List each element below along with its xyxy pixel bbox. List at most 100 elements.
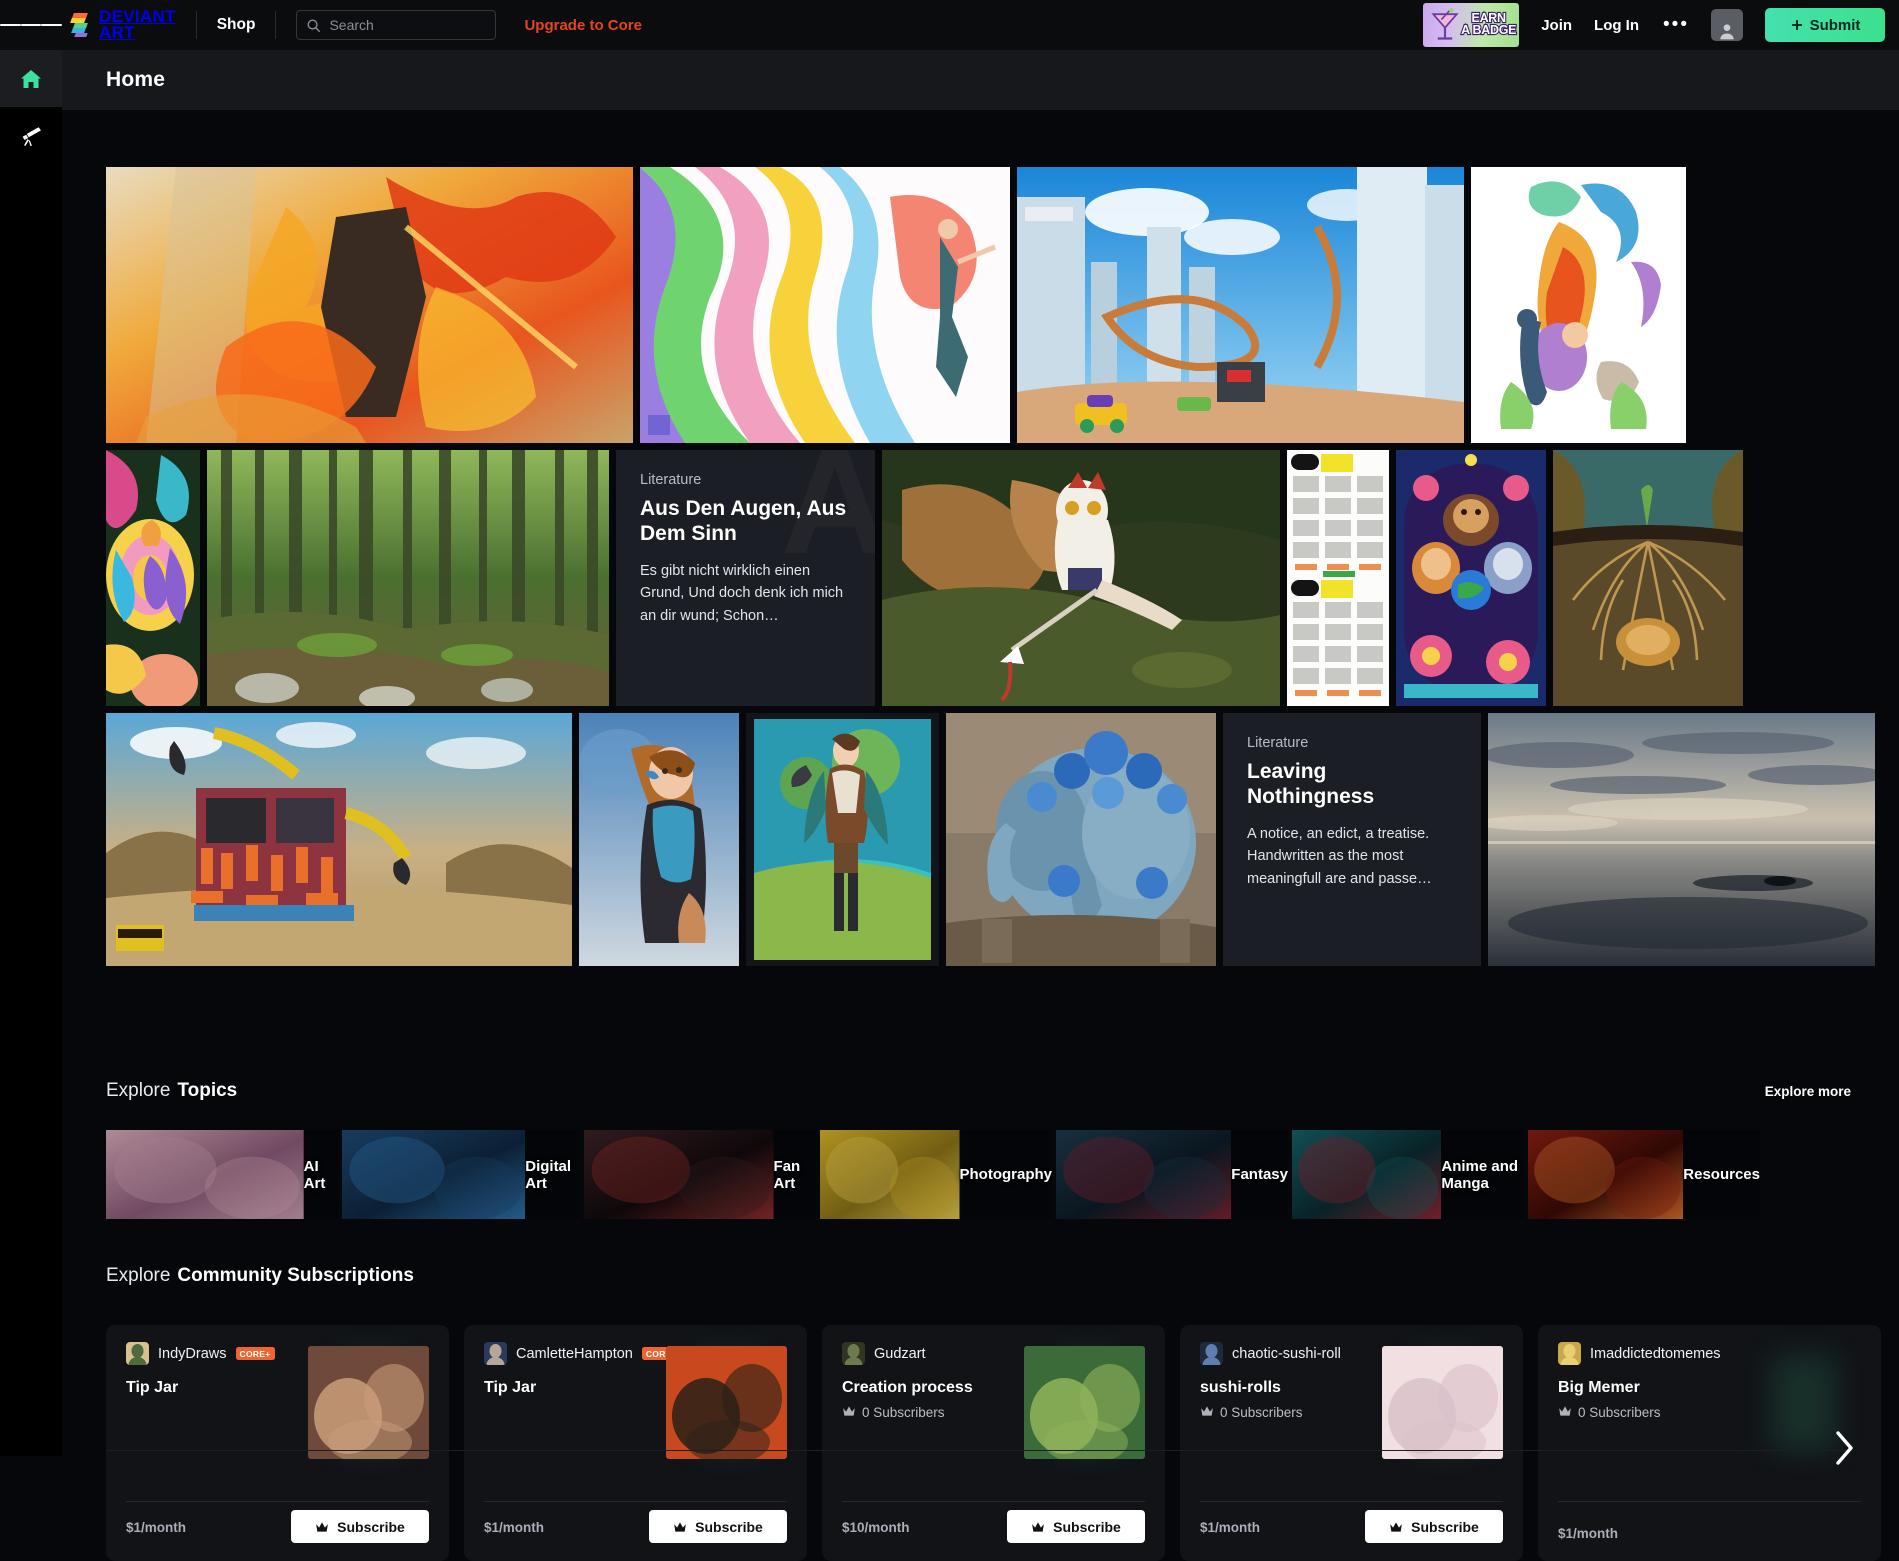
subscription-card-top: chaotic-sushi-rollsushi-rolls0 Subscribe…	[1180, 1325, 1523, 1495]
literature-card-aus-den-augen[interactable]: A Literature Aus Den Augen, Aus Dem Sinn…	[616, 450, 875, 706]
avatar	[126, 1342, 149, 1365]
hamburger-menu-icon[interactable]	[0, 0, 62, 50]
deviation-elf-archer[interactable]	[746, 713, 939, 966]
community-subscriptions-header: Explore Community Subscriptions	[106, 1265, 1851, 1287]
crown-icon	[1031, 1521, 1045, 1533]
subscribe-button[interactable]: Subscribe	[291, 1510, 429, 1543]
artwork-thumbnail	[579, 713, 739, 966]
deviation-blue-flower-elephants[interactable]	[946, 713, 1216, 966]
price-amount: $1	[1200, 1520, 1215, 1535]
avatar-image	[484, 1342, 507, 1365]
topic-card-anime-and-manga[interactable]: Anime and Manga	[1292, 1130, 1524, 1219]
deviation-fox-girl-watercolor[interactable]	[1471, 167, 1686, 443]
topic-label: AI Art	[304, 1158, 338, 1192]
subscribe-button[interactable]: Subscribe	[649, 1510, 787, 1543]
deviantart-logo[interactable]: DEVIANT ART	[70, 9, 176, 40]
search-placeholder: Search	[329, 17, 373, 33]
literature-card-leaving-nothingness[interactable]: Literature Leaving Nothingness A notice,…	[1223, 713, 1481, 966]
artwork-thumbnail	[106, 167, 633, 443]
top-navigation-bar: DEVIANT ART Shop Search Upgrade to Core …	[0, 0, 1899, 50]
author-username: CamletteHampton	[516, 1346, 633, 1362]
upgrade-to-core-link[interactable]: Upgrade to Core	[524, 17, 642, 34]
artwork-thumbnail	[1287, 450, 1389, 706]
subscribe-button-label: Subscribe	[1411, 1519, 1479, 1535]
deviation-furiosa-war-rig[interactable]	[106, 713, 572, 966]
sidebar-item-explore[interactable]	[0, 107, 62, 164]
subscription-card[interactable]: chaotic-sushi-rollsushi-rolls0 Subscribe…	[1180, 1325, 1523, 1561]
subscribe-button[interactable]: Subscribe	[1007, 1510, 1145, 1543]
submit-button-label: Submit	[1810, 17, 1861, 34]
author-username: IndyDraws	[158, 1346, 227, 1362]
subscription-card[interactable]: CamletteHamptonCORE+Tip Jar$1/monthSubsc…	[464, 1325, 807, 1561]
join-link[interactable]: Join	[1541, 17, 1572, 34]
crown-icon-wrap	[1389, 1521, 1403, 1533]
subscribe-button[interactable]: Subscribe	[1365, 1510, 1503, 1543]
left-sidebar-rail	[0, 50, 62, 1456]
price-period: /month	[1215, 1520, 1260, 1535]
explore-topics-title-bold: Topics	[177, 1080, 237, 1102]
deviation-monster-claws-tutorial[interactable]	[1287, 450, 1389, 706]
price-amount: $1	[1558, 1526, 1573, 1541]
topic-card-photography[interactable]: Photography	[820, 1130, 1052, 1219]
user-avatar-button[interactable]	[1711, 9, 1743, 41]
card-divider	[484, 1501, 787, 1502]
avatar	[1200, 1342, 1223, 1365]
earn-a-badge-banner[interactable]: EARN A BADGE	[1423, 3, 1519, 47]
deviation-seascape-photo[interactable]	[1488, 713, 1875, 966]
card-divider	[842, 1501, 1145, 1502]
user-avatar-icon	[1717, 21, 1737, 41]
subs-title-bold: Community Subscriptions	[177, 1265, 413, 1287]
price-period: /month	[499, 1520, 544, 1535]
crown-icon	[315, 1521, 329, 1533]
subscription-card[interactable]: IndyDrawsCORE+Tip Jar$1/monthSubscribe	[106, 1325, 449, 1561]
deviation-mossy-forest-photo[interactable]	[207, 450, 609, 706]
subs-title-light: Explore	[106, 1265, 170, 1287]
topic-card-digital-art[interactable]: Digital Art	[342, 1130, 580, 1219]
subscription-card-top: GudzartCreation process0 Subscribers	[822, 1325, 1165, 1495]
artwork-thumbnail	[746, 713, 939, 966]
login-link[interactable]: Log In	[1594, 17, 1639, 34]
submit-button[interactable]: Submit	[1765, 8, 1885, 42]
price: $1/month	[484, 1516, 544, 1537]
price: $1/month	[1200, 1516, 1260, 1537]
topic-label: Digital Art	[525, 1158, 580, 1192]
deviation-aloy-cosplay[interactable]	[579, 713, 739, 966]
card-divider	[1200, 1501, 1503, 1502]
literature-kicker: Literature	[1247, 735, 1457, 751]
topic-label: Resources	[1683, 1166, 1760, 1183]
deviation-roots-fox[interactable]	[1553, 450, 1743, 706]
explore-more-link[interactable]: Explore more	[1765, 1084, 1851, 1099]
subscription-card-bottom: $1/month Subscribe	[484, 1510, 787, 1543]
topic-card-fantasy[interactable]: Fantasy	[1056, 1130, 1288, 1219]
deviation-mononoke-cosplay[interactable]	[882, 450, 1280, 706]
artwork-thumbnail	[1553, 450, 1743, 706]
artwork-thumbnail	[207, 450, 609, 706]
topic-card-ai-art[interactable]: AI Art	[106, 1130, 338, 1219]
subscribe-button-label: Subscribe	[337, 1519, 405, 1535]
subscriber-count-label: 0 Subscribers	[862, 1405, 945, 1420]
subscription-card-bottom: $1/month	[1558, 1522, 1861, 1543]
deviation-rainbow-rose-dragon[interactable]	[106, 450, 200, 706]
more-options-icon[interactable]: •••	[1663, 20, 1689, 30]
card-glow	[1771, 1355, 1837, 1451]
deviation-big-cats-mandala[interactable]	[1396, 450, 1546, 706]
deviation-rainbow-swirl-dancer[interactable]	[640, 167, 1010, 443]
sidebar-item-home[interactable]	[0, 50, 62, 107]
topic-card-resources[interactable]: Resources	[1528, 1130, 1760, 1219]
subscription-card-bottom: $1/month Subscribe	[1200, 1510, 1503, 1543]
topic-label: Fan Art	[774, 1158, 816, 1192]
artwork-thumbnail	[1017, 167, 1464, 443]
subscription-thumbnail	[666, 1346, 787, 1459]
deviation-fire-dragon-warrior[interactable]	[106, 167, 633, 443]
crown-icon-wrap	[315, 1521, 329, 1533]
author-username: Imaddictedtomemes	[1590, 1346, 1721, 1362]
shop-link[interactable]: Shop	[217, 16, 256, 34]
topic-card-fan-art[interactable]: Fan Art	[584, 1130, 816, 1219]
plus-icon	[1790, 18, 1804, 32]
price-period: /month	[141, 1520, 186, 1535]
subscription-card-bottom: $1/monthSubscribe	[126, 1510, 429, 1543]
deviation-futuristic-city[interactable]	[1017, 167, 1464, 443]
search-input[interactable]: Search	[296, 10, 496, 40]
subscription-card[interactable]: GudzartCreation process0 Subscribers$10/…	[822, 1325, 1165, 1561]
carousel-next-button[interactable]	[1830, 1425, 1858, 1471]
